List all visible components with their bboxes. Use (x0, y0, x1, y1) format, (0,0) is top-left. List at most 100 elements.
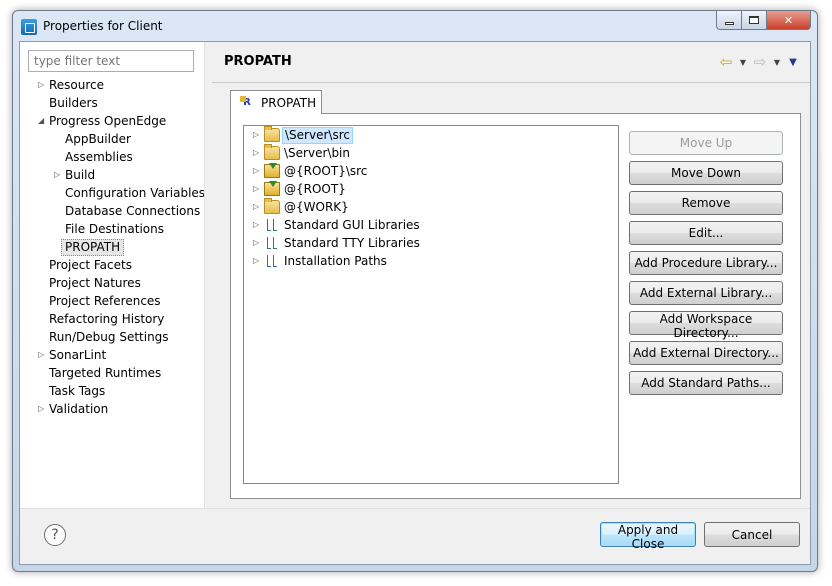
chevron-right-icon[interactable]: ▷ (253, 126, 259, 144)
tree-item[interactable]: ▷ Resource (20, 76, 204, 94)
variable-folder-icon (264, 163, 280, 178)
tree-item[interactable]: Project Facets (20, 256, 204, 274)
pane-splitter[interactable] (204, 42, 212, 508)
tree-item[interactable]: AppBuilder (20, 130, 204, 148)
title-bar[interactable]: Properties for Client ✕ (13, 11, 817, 41)
add-external-directory-button[interactable]: Add External Directory... (629, 341, 783, 365)
tree-item[interactable]: Refactoring History (20, 310, 204, 328)
chevron-right-icon[interactable]: ▷ (253, 144, 259, 162)
cancel-button[interactable]: Cancel (704, 522, 800, 547)
tree-item[interactable]: ▷ Validation (20, 400, 204, 418)
category-tree: ▷ Resource Builders ◢ Progress OpenEdge AppBu… (20, 76, 206, 418)
page-navigation: ⇦ ▼ ⇨ ▼ ▼ (718, 52, 800, 72)
view-menu-icon[interactable]: ▼ (786, 57, 800, 68)
propath-entry[interactable]: ▷ @{ROOT}\src (244, 162, 618, 180)
chevron-right-icon[interactable]: ▷ (253, 216, 259, 234)
library-icon (264, 254, 280, 268)
tree-item[interactable]: ◢ Progress OpenEdge (20, 112, 204, 130)
tree-item[interactable]: Builders (20, 94, 204, 112)
propath-entry[interactable]: ▷ @{WORK} (244, 198, 618, 216)
chevron-right-icon[interactable]: ▷ (253, 252, 259, 270)
back-dropdown-icon[interactable]: ▼ (738, 58, 748, 67)
variable-folder-icon (264, 181, 280, 196)
tree-item[interactable]: ▷ SonarLint (20, 346, 204, 364)
tree-item-label: Configuration Variables (65, 186, 206, 200)
folder-icon (264, 126, 280, 142)
propath-entry[interactable]: ▷ @{ROOT} (244, 180, 618, 198)
close-icon: ✕ (783, 13, 794, 27)
propath-tree[interactable]: ▷ \Server\src ▷ \Server\bin ▷ @{ROOT}\src ▷ @{R… (243, 125, 619, 484)
maximize-button[interactable] (742, 11, 767, 30)
chevron-right-icon[interactable]: ▷ (253, 234, 259, 252)
category-pane: ▷ Resource Builders ◢ Progress OpenEdge AppBu… (20, 42, 206, 508)
minimize-button[interactable] (716, 11, 742, 30)
tree-item-label: SonarLint (49, 348, 107, 362)
tree-item-label: AppBuilder (65, 132, 131, 146)
tree-item-label: Assemblies (65, 150, 133, 164)
propath-entry[interactable]: ▷ \Server\src (244, 126, 618, 144)
tab-panel: ▷ \Server\src ▷ \Server\bin ▷ @{ROOT}\src ▷ @{R… (230, 113, 801, 499)
tree-item[interactable]: PROPATH (20, 238, 204, 256)
tree-item-label: File Destinations (65, 222, 165, 236)
tree-item[interactable]: Project References (20, 292, 204, 310)
propath-entry-label: Standard GUI Libraries (284, 218, 420, 232)
help-icon[interactable]: ? (44, 524, 66, 546)
tree-item-label: Refactoring History (49, 312, 165, 326)
tree-item[interactable]: Targeted Runtimes (20, 364, 204, 382)
back-arrow-icon[interactable]: ⇦ (718, 53, 734, 71)
propath-entry[interactable]: ▷ Standard TTY Libraries (244, 234, 618, 252)
properties-dialog: Properties for Client ✕ ▷ Resource Builder… (12, 10, 818, 572)
tab-propath[interactable]: R PROPATH (230, 90, 322, 114)
add-external-library-button[interactable]: Add External Library... (629, 281, 783, 305)
minimize-icon (724, 21, 734, 25)
edit-button[interactable]: Edit... (629, 221, 783, 245)
add-workspace-directory-button[interactable]: Add Workspace Directory... (629, 311, 783, 340)
move-up-button[interactable]: Move Up (629, 131, 783, 155)
apply-and-close-button[interactable]: Apply and Close (600, 522, 696, 551)
tree-item[interactable]: Configuration Variables (20, 184, 206, 202)
tree-item-label: Validation (49, 402, 109, 416)
tree-item[interactable]: Run/Debug Settings (20, 328, 204, 346)
chevron-right-icon[interactable]: ▷ (54, 166, 60, 184)
propath-entry-label: @{ROOT} (284, 182, 346, 196)
chevron-down-icon[interactable]: ◢ (38, 112, 44, 130)
maximize-icon (749, 16, 759, 24)
folder-icon (264, 198, 280, 214)
remove-button[interactable]: Remove (629, 191, 783, 215)
tree-item-label: Progress OpenEdge (49, 114, 167, 128)
tree-item[interactable]: Database Connections (20, 202, 204, 220)
add-standard-paths-button[interactable]: Add Standard Paths... (629, 371, 783, 395)
propath-entry-label: @{WORK} (284, 200, 349, 214)
chevron-right-icon[interactable]: ▷ (38, 400, 44, 418)
propath-entry[interactable]: ▷ \Server\bin (244, 144, 618, 162)
tree-item[interactable]: Task Tags (20, 382, 204, 400)
chevron-right-icon[interactable]: ▷ (253, 198, 259, 216)
tree-item-label: Run/Debug Settings (49, 330, 169, 344)
add-procedure-library-button[interactable]: Add Procedure Library... (629, 251, 783, 275)
tree-item[interactable]: File Destinations (20, 220, 204, 238)
library-icon (264, 218, 280, 232)
tree-item-label: Build (65, 168, 96, 182)
tree-item[interactable]: ▷ Build (20, 166, 204, 184)
tree-item-label: Task Tags (49, 384, 106, 398)
propath-entry[interactable]: ▷ Standard GUI Libraries (244, 216, 618, 234)
chevron-right-icon[interactable]: ▷ (253, 162, 259, 180)
tree-item[interactable]: Assemblies (20, 148, 204, 166)
footer-separator (20, 508, 810, 509)
filter-input[interactable] (28, 50, 194, 72)
chevron-right-icon[interactable]: ▷ (253, 180, 259, 198)
library-icon (264, 236, 280, 250)
tree-item-label: Database Connections (65, 204, 201, 218)
page-title: PROPATH (224, 54, 292, 69)
window-title: Properties for Client (43, 19, 163, 33)
chevron-right-icon[interactable]: ▷ (38, 346, 44, 364)
forward-dropdown-icon[interactable]: ▼ (772, 58, 782, 67)
chevron-right-icon[interactable]: ▷ (38, 76, 44, 94)
move-down-button[interactable]: Move Down (629, 161, 783, 185)
title-separator (212, 82, 810, 83)
tree-item[interactable]: Project Natures (20, 274, 204, 292)
propath-entry[interactable]: ▷ Installation Paths (244, 252, 618, 270)
close-button[interactable]: ✕ (767, 11, 811, 30)
forward-arrow-icon[interactable]: ⇨ (752, 53, 768, 71)
tree-item-label: Project Facets (49, 258, 132, 272)
